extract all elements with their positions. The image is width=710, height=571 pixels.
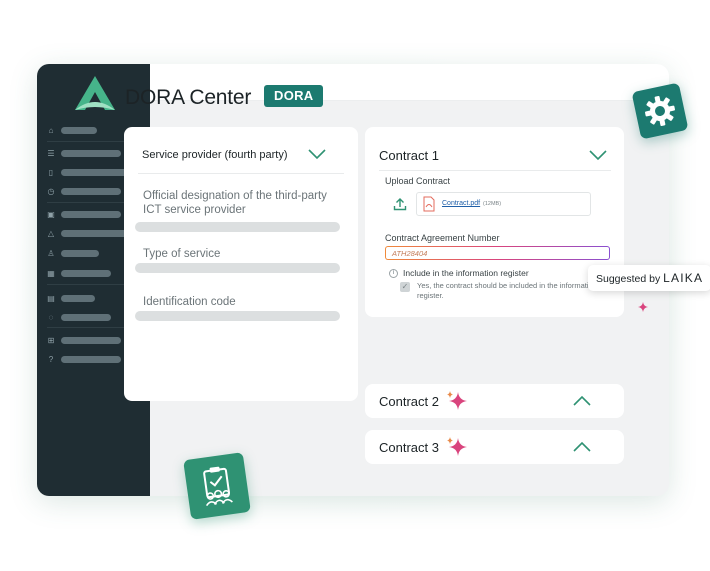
official-designation-field[interactable] (135, 222, 340, 232)
laika-brand: LAIKA (663, 271, 704, 285)
agreement-number-label: Contract Agreement Number (385, 233, 500, 243)
sidebar-item-warning[interactable]: △ (47, 229, 133, 238)
field-label-identification-code: Identification code (143, 296, 236, 308)
clipboard-icon: ▤ (47, 293, 55, 303)
file-name-link[interactable]: Contract.pdf (442, 200, 480, 207)
help-icon: ? (48, 354, 54, 364)
chevron-up-icon[interactable] (573, 442, 591, 452)
contract-1-title: Contract 1 (379, 148, 439, 163)
team-clipboard-icon (203, 466, 233, 507)
field-label-official-designation: Official designation of the third-party … (143, 190, 327, 216)
sidebar-item-grid[interactable]: ⊞ (47, 336, 121, 345)
list-icon: ☰ (47, 148, 55, 158)
app-logo (75, 76, 115, 110)
divider (138, 173, 344, 174)
contract-1-card: Contract 1 Upload Contract Contract.pdf … (365, 127, 624, 317)
upload-icon[interactable] (393, 197, 407, 211)
identification-code-field[interactable] (135, 311, 340, 321)
field-label-type-of-service: Type of service (143, 248, 221, 260)
agreement-number-input[interactable]: ATH28404 (385, 246, 610, 260)
page-title: DORA Center (125, 86, 252, 109)
image-icon: ▦ (47, 268, 55, 278)
dora-badge: DORA (264, 85, 324, 107)
home-icon: ⌂ (48, 125, 54, 135)
sidebar-item-clock[interactable]: ◷ (47, 187, 121, 196)
sidebar-item-placeholder (61, 356, 121, 363)
uploaded-file[interactable]: Contract.pdf (12MB) (416, 192, 591, 216)
lamp-icon: ♙ (47, 248, 55, 258)
sidebar-item-placeholder (61, 230, 133, 237)
book-icon: ▯ (48, 167, 54, 177)
file-size: (12MB) (483, 201, 502, 207)
sidebar-item-home[interactable]: ⌂ (47, 126, 97, 135)
contract-3-title: Contract 3 (379, 440, 439, 455)
sidebar-item-placeholder (61, 270, 111, 277)
warning-icon: △ (47, 228, 55, 238)
sidebar-item-lamp[interactable]: ♙ (47, 249, 99, 258)
sidebar-item-placeholder (61, 250, 99, 257)
bag-icon: ▣ (47, 209, 55, 219)
sidebar-item-placeholder (61, 337, 121, 344)
contract-2-card[interactable]: Contract 2 (365, 384, 624, 418)
include-register-checkbox[interactable]: ✓ (400, 282, 410, 292)
agreement-number-value: ATH28404 (392, 249, 428, 258)
laika-suggestion-tooltip: Suggested by LAIKA (588, 265, 710, 291)
gear-icon (644, 95, 676, 127)
sparkle-icon (638, 302, 648, 312)
sidebar-item-cycle[interactable]: ◌ (47, 313, 111, 322)
info-icon: i (389, 269, 398, 278)
pdf-icon (423, 196, 435, 212)
include-register-text: Yes, the contract should be included in … (417, 281, 597, 300)
service-provider-header: Service provider (fourth party) (142, 149, 288, 161)
sidebar-item-bag[interactable]: ▣ (47, 210, 121, 219)
sparkle-icon (447, 391, 467, 410)
include-register-label: Include in the information register (403, 268, 529, 278)
sidebar-item-placeholder (61, 127, 97, 134)
sidebar-item-image[interactable]: ▦ (47, 269, 111, 278)
chevron-down-icon[interactable] (589, 150, 607, 161)
contract-2-title: Contract 2 (379, 394, 439, 409)
chevron-down-icon[interactable] (308, 148, 326, 160)
upload-contract-label: Upload Contract (385, 176, 451, 186)
sidebar-item-help[interactable]: ? (47, 355, 121, 364)
sidebar-item-placeholder (61, 188, 121, 195)
sidebar-item-placeholder (61, 295, 95, 302)
clock-icon: ◷ (47, 186, 55, 196)
divider (379, 170, 611, 171)
type-of-service-field[interactable] (135, 263, 340, 273)
sidebar-item-placeholder (61, 314, 111, 321)
sidebar-item-placeholder (61, 211, 121, 218)
team-clipboard-tile (183, 452, 251, 520)
service-provider-card: Service provider (fourth party) Official… (124, 127, 358, 401)
chevron-up-icon[interactable] (573, 396, 591, 406)
settings-tile (631, 82, 689, 140)
sidebar-item-list[interactable]: ☰ (47, 149, 121, 158)
cycle-icon: ◌ (48, 312, 54, 322)
contract-3-card[interactable]: Contract 3 (365, 430, 624, 464)
sidebar-item-placeholder (61, 150, 121, 157)
sidebar-item-clipboard[interactable]: ▤ (47, 294, 95, 303)
sparkle-icon (447, 437, 467, 456)
tooltip-prefix: Suggested by (596, 273, 664, 285)
grid-icon: ⊞ (47, 335, 55, 345)
